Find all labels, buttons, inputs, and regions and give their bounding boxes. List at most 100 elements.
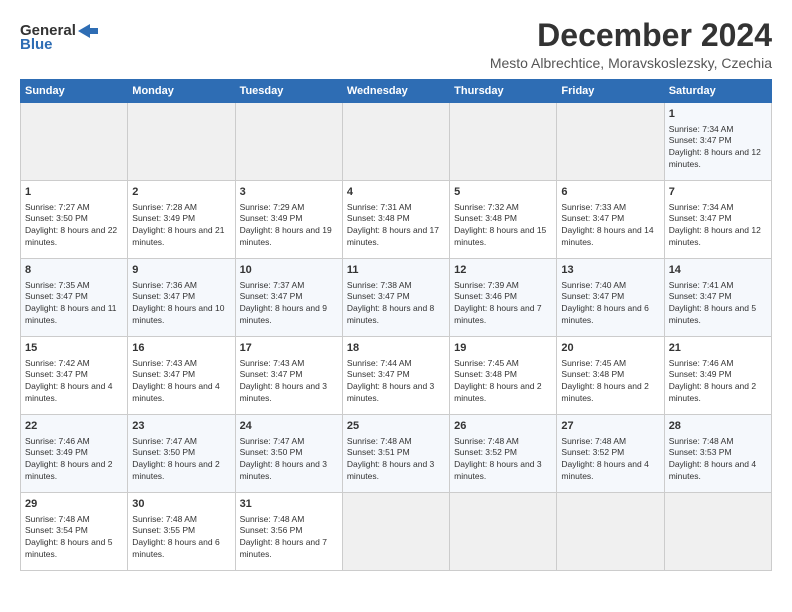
calendar-cell: 16Sunrise: 7:43 AMSunset: 3:47 PMDayligh… (128, 337, 235, 415)
calendar-cell: 10Sunrise: 7:37 AMSunset: 3:47 PMDayligh… (235, 259, 342, 337)
day-info: Sunrise: 7:43 AMSunset: 3:47 PMDaylight:… (240, 358, 327, 404)
title-block: December 2024 Mesto Albrechtice, Moravsk… (490, 18, 772, 71)
day-number: 10 (240, 263, 338, 278)
day-info: Sunrise: 7:48 AMSunset: 3:51 PMDaylight:… (347, 436, 434, 482)
day-info: Sunrise: 7:47 AMSunset: 3:50 PMDaylight:… (240, 436, 327, 482)
col-friday: Friday (557, 80, 664, 103)
day-info: Sunrise: 7:46 AMSunset: 3:49 PMDaylight:… (25, 436, 112, 482)
calendar-cell (450, 103, 557, 181)
calendar-cell: 2 Sunrise: 7:28 AMSunset: 3:49 PMDaylight… (128, 181, 235, 259)
day-number: 25 (347, 419, 445, 434)
day-number: 12 (454, 263, 552, 278)
calendar-cell: 21 Sunrise: 7:46 AMSunset: 3:49 PMDayligh… (664, 337, 771, 415)
day-info: Sunrise: 7:47 AMSunset: 3:50 PMDaylight:… (132, 436, 219, 482)
day-info: Sunrise: 7:27 AMSunset: 3:50 PMDaylight:… (25, 202, 117, 248)
calendar-cell: 22 Sunrise: 7:46 AMSunset: 3:49 PMDayligh… (21, 415, 128, 493)
day-info: Sunrise: 7:46 AMSunset: 3:49 PMDaylight:… (669, 358, 756, 404)
day-number: 3 (240, 185, 338, 200)
calendar-body: 1Sunrise: 7:34 AMSunset: 3:47 PMDaylight… (21, 103, 772, 571)
calendar-cell: 20 Sunrise: 7:45 AMSunset: 3:48 PMDayligh… (557, 337, 664, 415)
calendar-cell: 24Sunrise: 7:47 AMSunset: 3:50 PMDayligh… (235, 415, 342, 493)
calendar-week-1: 1 Sunrise: 7:27 AMSunset: 3:50 PMDaylight… (21, 181, 772, 259)
calendar-cell: 1 Sunrise: 7:27 AMSunset: 3:50 PMDaylight… (21, 181, 128, 259)
day-number: 14 (669, 263, 767, 278)
logo-arrow-icon (78, 24, 98, 38)
calendar-cell: 29Sunrise: 7:48 AMSunset: 3:54 PMDayligh… (21, 493, 128, 571)
calendar-cell: 18Sunrise: 7:44 AMSunset: 3:47 PMDayligh… (342, 337, 449, 415)
calendar-cell (342, 103, 449, 181)
day-info: Sunrise: 7:31 AMSunset: 3:48 PMDaylight:… (347, 202, 439, 248)
day-info: Sunrise: 7:39 AMSunset: 3:46 PMDaylight:… (454, 280, 541, 326)
month-title: December 2024 (490, 18, 772, 53)
day-number: 11 (347, 263, 445, 278)
calendar-week-3: 15 Sunrise: 7:42 AMSunset: 3:47 PMDayligh… (21, 337, 772, 415)
day-number: 20 (561, 341, 659, 356)
calendar-cell: 27Sunrise: 7:48 AMSunset: 3:52 PMDayligh… (557, 415, 664, 493)
col-wednesday: Wednesday (342, 80, 449, 103)
calendar-cell: 1Sunrise: 7:34 AMSunset: 3:47 PMDaylight… (664, 103, 771, 181)
calendar-cell: 6Sunrise: 7:33 AMSunset: 3:47 PMDaylight… (557, 181, 664, 259)
day-info: Sunrise: 7:45 AMSunset: 3:48 PMDaylight:… (561, 358, 648, 404)
logo: General Blue (20, 22, 98, 53)
col-thursday: Thursday (450, 80, 557, 103)
calendar-cell: 7Sunrise: 7:34 AMSunset: 3:47 PMDaylight… (664, 181, 771, 259)
day-number: 22 (25, 419, 123, 434)
day-number: 15 (25, 341, 123, 356)
calendar-cell: 9 Sunrise: 7:36 AMSunset: 3:47 PMDaylight… (128, 259, 235, 337)
calendar-cell (664, 493, 771, 571)
calendar-cell (557, 493, 664, 571)
day-number: 26 (454, 419, 552, 434)
day-number: 1 (25, 185, 123, 200)
calendar-cell: 31 Sunrise: 7:48 AMSunset: 3:56 PMDayligh… (235, 493, 342, 571)
day-number: 29 (25, 497, 123, 512)
day-number: 6 (561, 185, 659, 200)
calendar-table: Sunday Monday Tuesday Wednesday Thursday… (20, 79, 772, 571)
calendar-cell: 28 Sunrise: 7:48 AMSunset: 3:53 PMDayligh… (664, 415, 771, 493)
calendar-cell: 19Sunrise: 7:45 AMSunset: 3:48 PMDayligh… (450, 337, 557, 415)
day-number: 2 (132, 185, 230, 200)
day-number: 4 (347, 185, 445, 200)
day-number: 23 (132, 419, 230, 434)
day-info: Sunrise: 7:42 AMSunset: 3:47 PMDaylight:… (25, 358, 112, 404)
day-number: 28 (669, 419, 767, 434)
day-info: Sunrise: 7:28 AMSunset: 3:49 PMDaylight:… (132, 202, 224, 248)
calendar-cell (128, 103, 235, 181)
day-number: 5 (454, 185, 552, 200)
calendar-cell: 12 Sunrise: 7:39 AMSunset: 3:46 PMDayligh… (450, 259, 557, 337)
day-info: Sunrise: 7:48 AMSunset: 3:53 PMDaylight:… (669, 436, 756, 482)
calendar-cell: 30 Sunrise: 7:48 AMSunset: 3:55 PMDayligh… (128, 493, 235, 571)
calendar-cell: 23 Sunrise: 7:47 AMSunset: 3:50 PMDayligh… (128, 415, 235, 493)
day-info: Sunrise: 7:40 AMSunset: 3:47 PMDaylight:… (561, 280, 648, 326)
day-info: Sunrise: 7:48 AMSunset: 3:52 PMDaylight:… (454, 436, 541, 482)
day-number: 16 (132, 341, 230, 356)
col-sunday: Sunday (21, 80, 128, 103)
day-info: Sunrise: 7:29 AMSunset: 3:49 PMDaylight:… (240, 202, 332, 248)
calendar-cell: 15 Sunrise: 7:42 AMSunset: 3:47 PMDayligh… (21, 337, 128, 415)
page: General Blue December 2024 Mesto Albrech… (0, 0, 792, 612)
day-info: Sunrise: 7:45 AMSunset: 3:48 PMDaylight:… (454, 358, 541, 404)
header: General Blue December 2024 Mesto Albrech… (20, 18, 772, 71)
day-number: 17 (240, 341, 338, 356)
calendar-cell: 5 Sunrise: 7:32 AMSunset: 3:48 PMDaylight… (450, 181, 557, 259)
day-info: Sunrise: 7:32 AMSunset: 3:48 PMDaylight:… (454, 202, 546, 248)
calendar-cell (342, 493, 449, 571)
day-info: Sunrise: 7:48 AMSunset: 3:52 PMDaylight:… (561, 436, 648, 482)
col-tuesday: Tuesday (235, 80, 342, 103)
day-number: 21 (669, 341, 767, 356)
calendar-cell: 17 Sunrise: 7:43 AMSunset: 3:47 PMDayligh… (235, 337, 342, 415)
calendar-cell (21, 103, 128, 181)
day-number: 9 (132, 263, 230, 278)
calendar-cell (235, 103, 342, 181)
day-info: Sunrise: 7:36 AMSunset: 3:47 PMDaylight:… (132, 280, 224, 326)
col-saturday: Saturday (664, 80, 771, 103)
calendar-cell (450, 493, 557, 571)
day-number: 31 (240, 497, 338, 512)
day-info: Sunrise: 7:48 AMSunset: 3:56 PMDaylight:… (240, 514, 327, 560)
location-subtitle: Mesto Albrechtice, Moravskoslezsky, Czec… (490, 55, 772, 71)
calendar-week-0: 1Sunrise: 7:34 AMSunset: 3:47 PMDaylight… (21, 103, 772, 181)
day-number: 13 (561, 263, 659, 278)
calendar-week-4: 22 Sunrise: 7:46 AMSunset: 3:49 PMDayligh… (21, 415, 772, 493)
day-info: Sunrise: 7:48 AMSunset: 3:55 PMDaylight:… (132, 514, 219, 560)
day-number: 30 (132, 497, 230, 512)
calendar-cell: 4 Sunrise: 7:31 AMSunset: 3:48 PMDaylight… (342, 181, 449, 259)
